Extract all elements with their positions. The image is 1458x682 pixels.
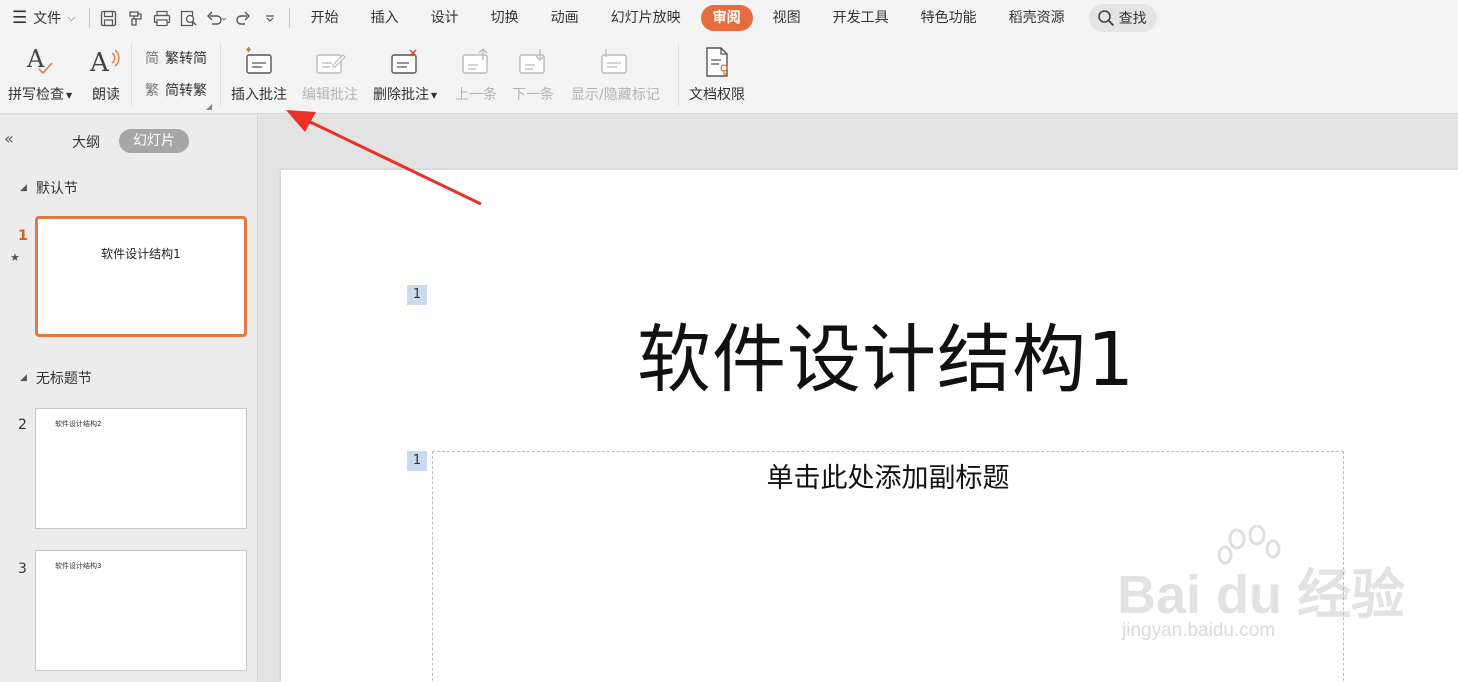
read-aloud-button[interactable]: A 朗读 — [88, 42, 124, 104]
toolbar-divider — [288, 8, 290, 28]
tab-animations[interactable]: 动画 — [535, 5, 595, 31]
save-icon[interactable] — [95, 5, 122, 31]
toggle-markup-icon — [598, 42, 632, 82]
insert-comment-label: 插入批注 — [231, 87, 287, 103]
tab-design[interactable]: 设计 — [415, 5, 475, 31]
file-menu[interactable]: ☰ 文件 ⌵ — [0, 0, 84, 36]
customize-toolbar-icon[interactable] — [257, 5, 284, 31]
slide-thumbnail-title: 软件设计结构3 — [55, 562, 102, 570]
previous-comment-icon — [459, 42, 493, 82]
slide-number: 3 — [18, 561, 27, 577]
dropdown-arrow-icon[interactable]: ▼ — [66, 91, 72, 100]
subtitle-placeholder[interactable]: 单击此处添加副标题 — [433, 456, 1343, 495]
tab-home[interactable]: 开始 — [295, 5, 355, 31]
trad-to-simp-label: 繁转简 — [165, 51, 207, 67]
tab-slides[interactable]: 幻灯片 — [119, 129, 189, 153]
document-permissions-button[interactable]: 文档权限 — [689, 42, 745, 104]
next-comment-button[interactable]: 下一条 — [512, 42, 554, 104]
tab-outline[interactable]: 大纲 — [72, 132, 100, 152]
search-icon — [1097, 10, 1114, 27]
slide-thumbnail-title: 软件设计结构1 — [101, 247, 181, 261]
comment-marker[interactable]: 1 — [407, 451, 427, 471]
collapse-triangle-icon[interactable]: ◢ — [20, 373, 27, 383]
svg-text:A: A — [26, 45, 45, 73]
edit-comment-label: 编辑批注 — [302, 87, 358, 103]
toggle-markup-button[interactable]: 显示/隐藏标记 — [571, 42, 660, 104]
read-aloud-label: 朗读 — [92, 87, 120, 103]
tab-insert[interactable]: 插入 — [355, 5, 415, 31]
search-label: 查找 — [1118, 11, 1147, 27]
section-header-default[interactable]: ◢ 默认节 — [20, 178, 78, 198]
delete-comment-icon — [388, 42, 422, 82]
trad-to-simp-button[interactable]: 简 繁转简 — [141, 48, 207, 68]
print-preview-icon[interactable] — [176, 5, 203, 31]
tab-special-features[interactable]: 特色功能 — [905, 5, 993, 31]
section-header-untitled[interactable]: ◢ 无标题节 — [20, 368, 92, 388]
simp-to-trad-icon: 繁 — [145, 83, 159, 99]
spellcheck-label: 拼写检查 — [8, 87, 64, 103]
tab-developer[interactable]: 开发工具 — [817, 5, 905, 31]
slide-navigation-pane: « 大纲 幻灯片 ◢ 默认节 1 ★ 软件设计结构1 ◢ 无标题节 2 软件设计… — [0, 115, 258, 682]
file-menu-label: 文件 — [33, 11, 62, 27]
edit-comment-icon — [313, 42, 347, 82]
search-button[interactable]: 查找 — [1088, 4, 1157, 32]
dialog-launcher-icon[interactable]: ◢ — [206, 102, 212, 111]
tab-transitions[interactable]: 切换 — [475, 5, 535, 31]
format-painter-icon[interactable] — [122, 5, 149, 31]
chevron-down-icon: ⌵ — [67, 11, 76, 24]
spellcheck-button[interactable]: A 拼写检查 ▼ — [8, 42, 72, 104]
insert-comment-icon — [242, 42, 276, 82]
redo-icon[interactable] — [230, 5, 257, 31]
ribbon-divider — [678, 44, 679, 106]
delete-comment-button[interactable]: 删除批注 ▼ — [373, 42, 437, 104]
undo-icon[interactable] — [203, 5, 230, 31]
slide-thumbnail-3[interactable]: 软件设计结构3 — [35, 550, 247, 671]
section-name: 无标题节 — [35, 371, 92, 387]
trad-to-simp-icon: 简 — [145, 51, 159, 67]
ribbon-divider — [131, 44, 132, 106]
next-comment-label: 下一条 — [512, 87, 554, 103]
watermark-logo: Bai du 经验 — [1117, 565, 1406, 625]
previous-comment-button[interactable]: 上一条 — [455, 42, 497, 104]
slide-number: 2 — [18, 417, 27, 433]
read-aloud-icon: A — [88, 42, 124, 82]
watermark: Bai du 经验 jingyan.baidu.com — [1117, 525, 1405, 645]
quick-access-toolbar — [84, 0, 295, 36]
svg-text:A: A — [89, 48, 110, 78]
slide-number: 1 — [18, 228, 28, 244]
toolbar-divider — [88, 8, 90, 28]
simp-to-trad-label: 简转繁 — [165, 83, 207, 99]
print-icon[interactable] — [149, 5, 176, 31]
tab-review[interactable]: 审阅 — [700, 5, 753, 31]
simp-to-trad-button[interactable]: 繁 简转繁 — [141, 80, 207, 100]
menu-bar: ☰ 文件 ⌵ 开始 插入 设计 切换 动画 幻灯片放映 审阅 视图 开发工具 特… — [0, 0, 1458, 36]
animation-star-icon: ★ — [10, 251, 20, 264]
toggle-markup-label: 显示/隐藏标记 — [571, 87, 660, 103]
ribbon-review: A 拼写检查 ▼ A 朗读 简 繁转简 繁 简转繁 ◢ 插入批注 编辑批注 删除批… — [0, 36, 1458, 114]
tab-view[interactable]: 视图 — [757, 5, 817, 31]
slide-thumbnail-title: 软件设计结构2 — [55, 420, 102, 428]
hamburger-icon: ☰ — [12, 8, 28, 28]
previous-comment-label: 上一条 — [455, 87, 497, 103]
comment-marker[interactable]: 1 — [407, 285, 427, 305]
edit-comment-button[interactable]: 编辑批注 — [302, 42, 358, 104]
tab-slideshow[interactable]: 幻灯片放映 — [595, 5, 697, 31]
ribbon-divider — [220, 44, 221, 106]
document-permissions-icon — [701, 42, 733, 82]
spellcheck-icon: A — [23, 42, 57, 82]
watermark-url: jingyan.baidu.com — [1122, 620, 1276, 641]
delete-comment-label: 删除批注 — [373, 87, 429, 103]
slide-thumbnail-1[interactable]: 软件设计结构1 — [35, 216, 247, 337]
collapse-pane-icon[interactable]: « — [4, 129, 14, 148]
next-comment-icon — [516, 42, 550, 82]
slide-thumbnail-2[interactable]: 软件设计结构2 — [35, 408, 247, 529]
section-name: 默认节 — [35, 181, 78, 197]
document-permissions-label: 文档权限 — [689, 87, 745, 103]
collapse-triangle-icon[interactable]: ◢ — [20, 183, 27, 193]
slide-title[interactable]: 软件设计结构1 — [591, 300, 1181, 407]
tab-docer-resources[interactable]: 稻壳资源 — [993, 5, 1081, 31]
dropdown-arrow-icon[interactable]: ▼ — [431, 91, 437, 100]
insert-comment-button[interactable]: 插入批注 — [231, 42, 287, 104]
